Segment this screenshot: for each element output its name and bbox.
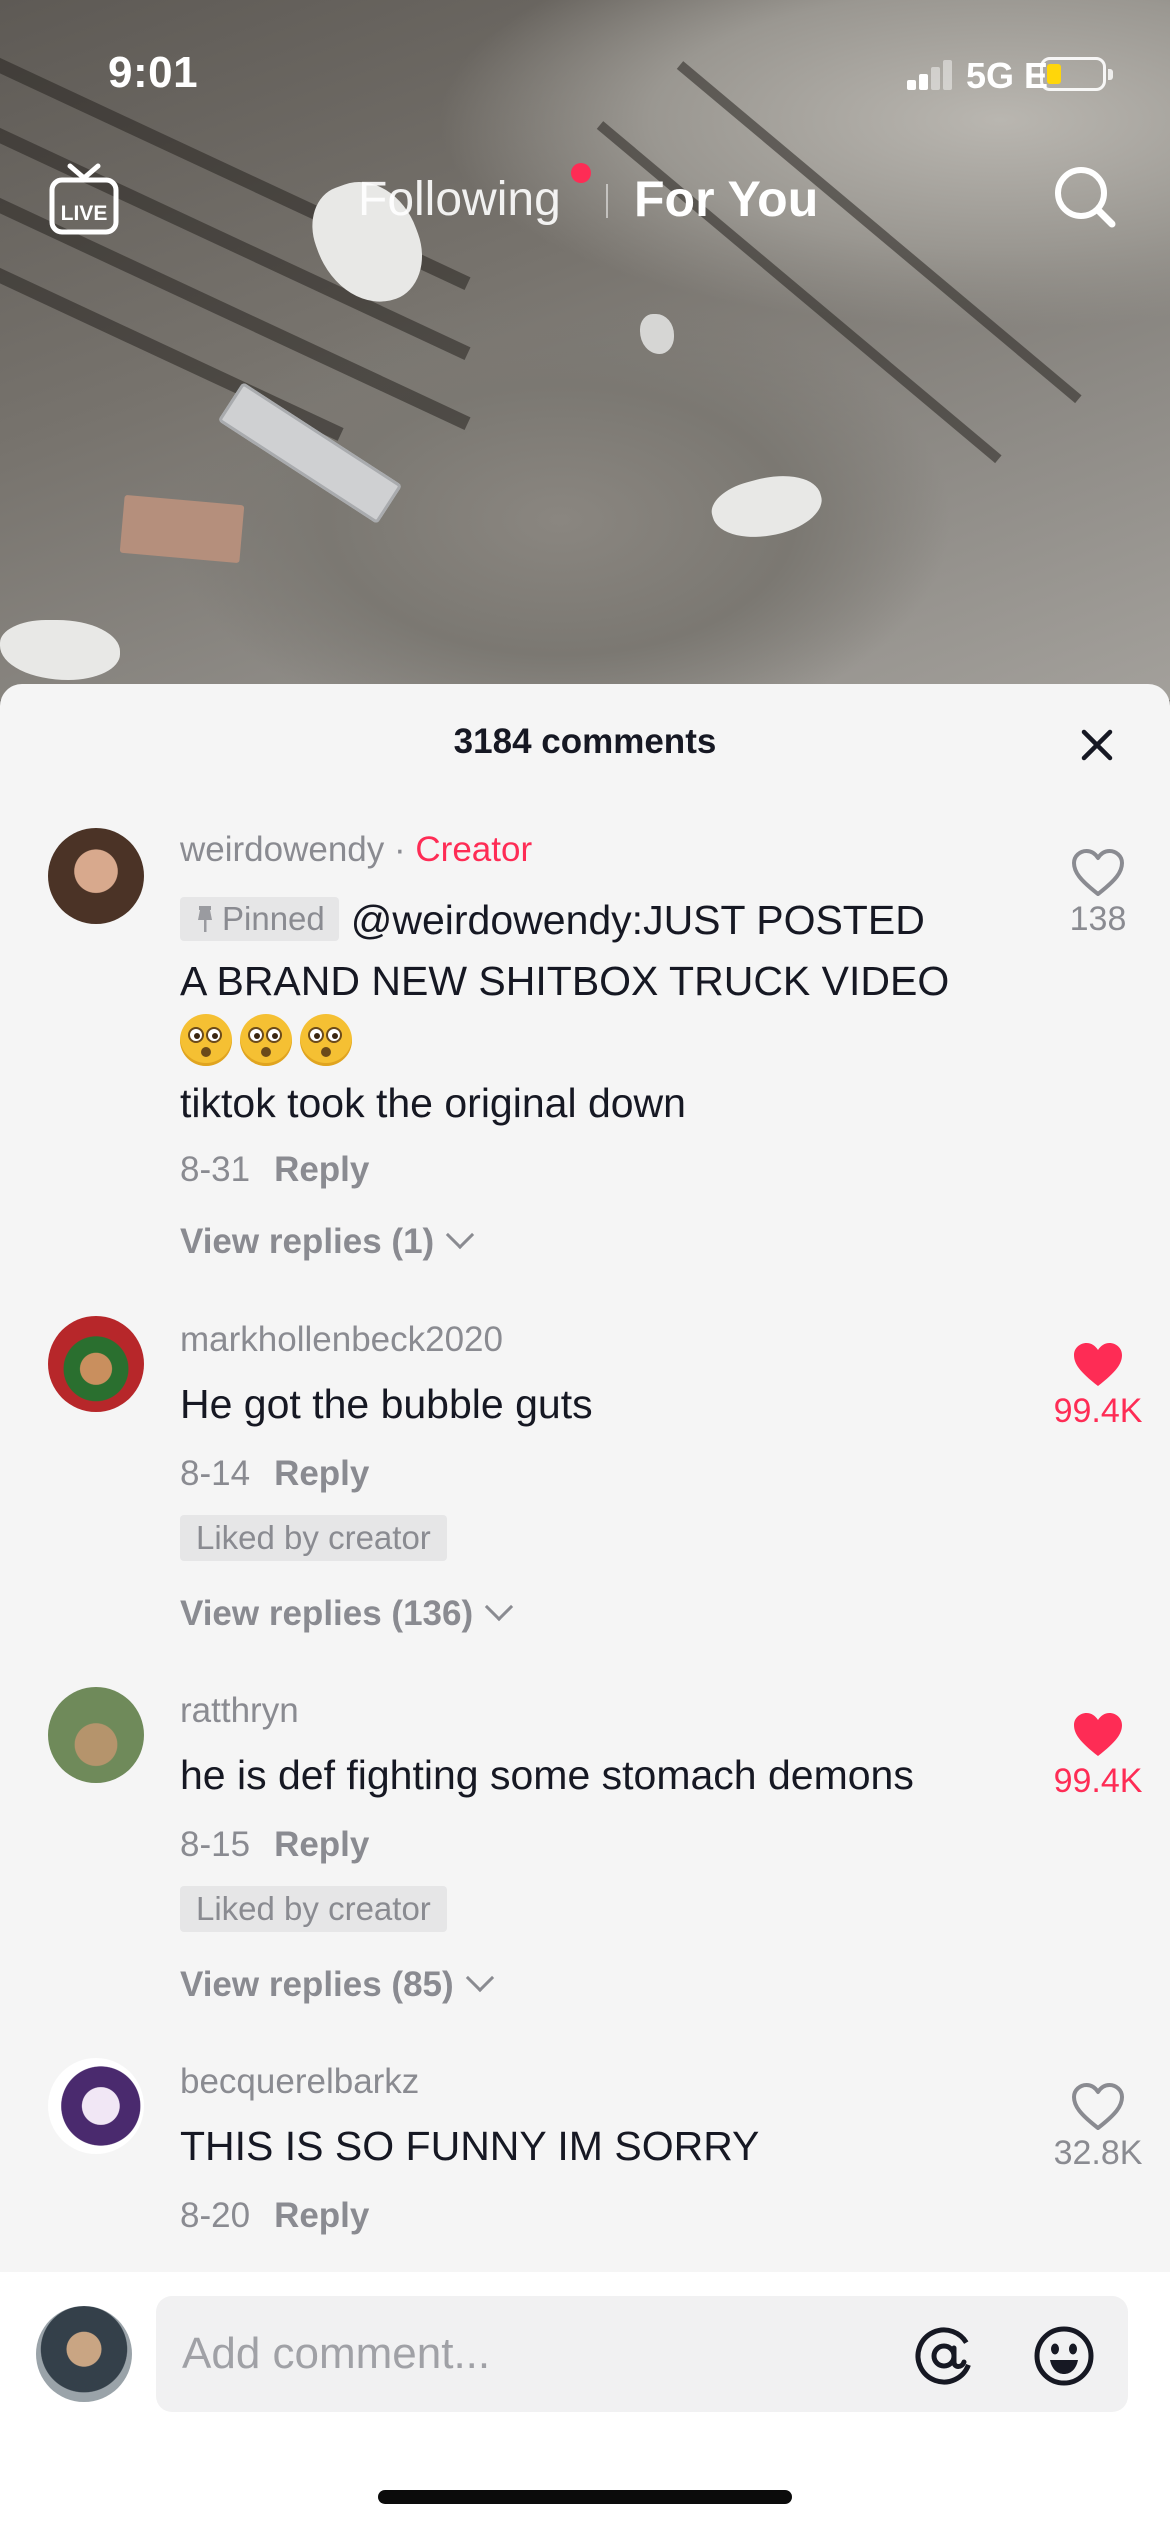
debris bbox=[0, 620, 120, 680]
emoji-icon[interactable] bbox=[1032, 2324, 1096, 2388]
like-count: 138 bbox=[1069, 900, 1127, 938]
comment-username[interactable]: ratthryn bbox=[180, 1691, 299, 1731]
status-time: 9:01 bbox=[108, 48, 199, 97]
comment-input[interactable] bbox=[182, 2296, 882, 2412]
close-icon[interactable] bbox=[1072, 720, 1122, 770]
pin-icon bbox=[194, 901, 216, 932]
heart-outline-icon bbox=[1072, 849, 1124, 896]
avatar[interactable] bbox=[48, 1687, 144, 1783]
heart-outline-icon bbox=[1072, 2083, 1124, 2130]
like-button[interactable]: 32.8K bbox=[1030, 2082, 1166, 2173]
like-button[interactable]: 99.4K bbox=[1030, 1340, 1166, 1431]
creator-tag: Creator bbox=[415, 830, 533, 869]
notification-dot bbox=[571, 163, 591, 183]
reply-button[interactable]: Reply bbox=[274, 2196, 369, 2235]
comment-text: THIS IS SO FUNNY IM SORRY bbox=[180, 2123, 760, 2169]
comment-meta: 8-31 Reply bbox=[180, 1150, 369, 1190]
battery-icon bbox=[1040, 57, 1113, 91]
network-type: 5G E bbox=[966, 55, 1049, 96]
heart-filled-icon bbox=[1074, 1713, 1122, 1756]
svg-text:LIVE: LIVE bbox=[61, 202, 108, 225]
comment-username[interactable]: markhollenbeck2020 bbox=[180, 1320, 503, 1360]
comment-date: 8-31 bbox=[180, 1150, 251, 1189]
view-replies-button[interactable]: View replies (85) bbox=[180, 1963, 494, 2005]
comments-count-title: 3184 comments bbox=[453, 722, 717, 761]
nav-divider bbox=[606, 184, 608, 218]
like-count: 32.8K bbox=[1053, 2134, 1143, 2172]
emoji-row bbox=[180, 1014, 360, 1066]
chevron-down-icon bbox=[484, 1592, 514, 1622]
debris bbox=[640, 314, 674, 354]
like-count: 99.4K bbox=[1053, 1762, 1143, 1800]
home-indicator[interactable] bbox=[378, 2490, 792, 2504]
comment-username[interactable]: becquerelbarkz bbox=[180, 2062, 419, 2102]
avatar[interactable] bbox=[48, 1316, 144, 1412]
tab-for-you[interactable]: For You bbox=[634, 170, 818, 228]
metal-plate bbox=[217, 381, 403, 525]
comment-text: He got the bubble guts bbox=[180, 1381, 593, 1427]
comment-meta: 8-15 Reply bbox=[180, 1825, 369, 1865]
comment-text: Pinned @weirdowendy:JUST POSTED A BRAND N… bbox=[180, 897, 950, 1126]
comment-date: 8-20 bbox=[180, 2196, 251, 2235]
avatar[interactable] bbox=[48, 2058, 144, 2154]
comment-meta: 8-14 Reply bbox=[180, 1454, 369, 1494]
at-icon[interactable] bbox=[912, 2324, 976, 2388]
liked-by-creator-badge: Liked by creator bbox=[180, 1515, 447, 1561]
flushed-emoji-icon bbox=[300, 1014, 352, 1066]
status-bar: 9:01 5G E bbox=[0, 0, 1170, 150]
signal-icon bbox=[907, 60, 953, 90]
reply-button[interactable]: Reply bbox=[274, 1150, 369, 1189]
debris bbox=[706, 464, 828, 550]
flushed-emoji-icon bbox=[240, 1014, 292, 1066]
view-replies-button[interactable]: View replies (136) bbox=[180, 1592, 514, 1634]
comment-text: he is def fighting some stomach demons bbox=[180, 1752, 914, 1798]
comment-input-container[interactable] bbox=[156, 2296, 1128, 2412]
view-replies-button[interactable]: View replies (1) bbox=[180, 1220, 475, 1262]
reply-button[interactable]: Reply bbox=[274, 1454, 369, 1493]
tab-following[interactable]: Following bbox=[358, 172, 561, 227]
comment-username[interactable]: weirdowendy · Creator bbox=[180, 830, 532, 870]
like-button[interactable]: 99.4K bbox=[1030, 1710, 1166, 1801]
chevron-down-icon bbox=[446, 1220, 475, 1250]
reply-button[interactable]: Reply bbox=[274, 1825, 369, 1864]
comment-meta: 8-20 Reply bbox=[180, 2196, 369, 2236]
avatar[interactable] bbox=[48, 828, 144, 924]
like-count: 99.4K bbox=[1053, 1392, 1143, 1430]
search-icon[interactable] bbox=[1052, 164, 1118, 230]
liked-by-creator-badge: Liked by creator bbox=[180, 1886, 447, 1932]
chevron-down-icon bbox=[465, 1963, 494, 1993]
pinned-badge: Pinned bbox=[180, 897, 339, 941]
comment-date: 8-14 bbox=[180, 1454, 251, 1493]
flushed-emoji-icon bbox=[180, 1014, 232, 1066]
cardboard-piece bbox=[119, 494, 245, 564]
comments-sheet: 3184 comments weirdowendy · Creator Pinn… bbox=[0, 684, 1170, 2532]
like-button[interactable]: 138 bbox=[1030, 848, 1166, 939]
comment-date: 8-15 bbox=[180, 1825, 251, 1864]
user-avatar bbox=[36, 2306, 132, 2402]
live-icon[interactable]: LIVE bbox=[48, 162, 120, 236]
heart-filled-icon bbox=[1074, 1343, 1122, 1386]
